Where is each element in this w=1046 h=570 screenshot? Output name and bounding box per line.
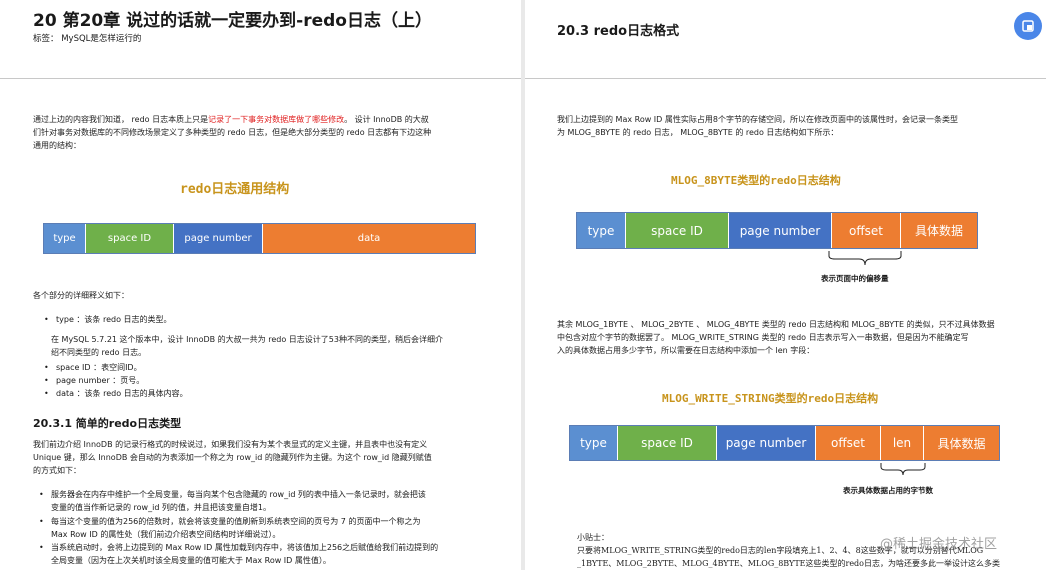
row-id-line-2: Unique 键，那么 InnoDB 会自动的为表添加一个称之为 row_id … bbox=[33, 453, 432, 462]
intro-line-2: 们针对事务对数据库的不同修改场景定义了多种类型的 redo 日志，但是绝大部分类… bbox=[33, 128, 432, 137]
tip-label: 小贴士： bbox=[577, 533, 609, 542]
mlog8-paragraph: 我们上边提到的 Max Row ID 属性实际占用8个字节的存储空间，所以在修改… bbox=[557, 113, 958, 139]
tip-line-2: _1BYTE、MLOG_2BYTE、MLOG_4BYTE、MLOG_8BYTE这… bbox=[577, 559, 1000, 568]
bullet-flush: 每当这个变量的值为256的倍数时，就会将该变量的值刷新到系统表空间的页号为 7 … bbox=[39, 515, 421, 541]
right-page[interactable]: 20.3 redo日志格式 我们上边提到的 Max Row ID 属性实际占用8… bbox=[525, 0, 1046, 570]
mlog8-field-data: 具体数据 bbox=[901, 213, 977, 248]
document-icon bbox=[1022, 20, 1034, 32]
intro-paragraph: 通过上边的内容我们知道， redo 日志本质上只是记录了一下事务对数据库做了哪些… bbox=[33, 113, 431, 152]
intro-highlight: 记录了一下事务对数据库做了哪些修改 bbox=[208, 115, 345, 124]
mlog8-diagram-title: MLOG_8BYTE类型的redo日志结构 bbox=[671, 174, 841, 187]
mlog8-field-offset: offset bbox=[832, 213, 901, 248]
left-page[interactable]: 20 第20章 说过的话就一定要办到-redo日志（上） 标签： MySQL是怎… bbox=[0, 0, 521, 570]
mlog8-diagram: type space ID page number offset 具体数据 bbox=[576, 212, 978, 249]
ws-field-type: type bbox=[570, 426, 618, 460]
field-data: data bbox=[263, 224, 475, 253]
section-20-3-1-title: 20.3.1 简单的redo日志类型 bbox=[33, 417, 182, 430]
mlog-other-line-3: 入的具体数据占用多少字节，所以需要在日志结构中添加一个 len 字段： bbox=[557, 346, 815, 355]
general-structure-diagram: type space ID page number data bbox=[43, 223, 476, 254]
ws-field-page-number: page number bbox=[717, 426, 816, 460]
mlog-other-line-1: 其余 MLOG_1BYTE 、 MLOG_2BYTE 、 MLOG_4BYTE … bbox=[557, 320, 995, 329]
floating-action-button[interactable] bbox=[1014, 12, 1042, 40]
row-id-line-1: 我们前边介绍 InnoDB 的记录行格式的时候说过，如果我们没有为某个表显式的定… bbox=[33, 440, 428, 449]
bullet-startup-line-2: 全局变量（因为在上次关机时该全局变量的值可能大于 Max Row ID 属性值）… bbox=[51, 556, 331, 565]
ws-field-space-id: space ID bbox=[618, 426, 717, 460]
type-note-line-2: 绍不同类型的 redo 日志。 bbox=[51, 348, 147, 357]
bullet-flush-line-2: Max Row ID 的属性处（我们前边介绍表空间结构时详细说过）。 bbox=[51, 530, 281, 539]
write-string-diagram: type space ID page number offset len 具体数… bbox=[569, 425, 1000, 461]
bullet-global-var: 服务器会在内存中维护一个全局变量，每当向某个包含隐藏的 row_id 列的表中插… bbox=[39, 488, 426, 514]
len-brace bbox=[880, 463, 926, 476]
chapter-header: 20 第20章 说过的话就一定要办到-redo日志（上） 标签： MySQL是怎… bbox=[0, 0, 521, 79]
mlog8-field-space-id: space ID bbox=[626, 213, 729, 248]
field-type: type bbox=[44, 224, 86, 253]
bullet-space-id: space ID ：表空间ID。 bbox=[44, 361, 142, 374]
mlog8-line-1: 我们上边提到的 Max Row ID 属性实际占用8个字节的存储空间，所以在修改… bbox=[557, 115, 958, 124]
bullet-flush-line-1: 每当这个变量的值为256的倍数时，就会将该变量的值刷新到系统表空间的页号为 7 … bbox=[51, 517, 421, 526]
bullet-global-var-line-1: 服务器会在内存中维护一个全局变量，每当向某个包含隐藏的 row_id 列的表中插… bbox=[51, 490, 426, 499]
mlog8-field-type: type bbox=[577, 213, 626, 248]
ws-field-len: len bbox=[881, 426, 924, 460]
row-id-paragraph: 我们前边介绍 InnoDB 的记录行格式的时候说过，如果我们没有为某个表显式的定… bbox=[33, 438, 432, 477]
bullet-type: type ：该条 redo 日志的类型。 bbox=[44, 313, 171, 326]
right-header: 20.3 redo日志格式 bbox=[525, 0, 1046, 79]
tags-line: 标签： MySQL是怎样运行的 bbox=[33, 34, 142, 44]
field-space-id: space ID bbox=[86, 224, 174, 253]
mlog8-line-2: 为 MLOG_8BYTE 的 redo 日志， MLOG_8BYTE 的 red… bbox=[557, 128, 839, 137]
section-20-3-title: 20.3 redo日志格式 bbox=[557, 24, 680, 39]
intro-text-a: 通过上边的内容我们知道， redo 日志本质上只是 bbox=[33, 115, 209, 124]
write-string-diagram-title: MLOG_WRITE_STRING类型的redo日志结构 bbox=[662, 392, 879, 405]
ws-field-offset: offset bbox=[816, 426, 881, 460]
bullet-page-number: page number ：页号。 bbox=[44, 374, 144, 387]
field-page-number: page number bbox=[174, 224, 263, 253]
type-note: 在 MySQL 5.7.21 这个版本中，设计 InnoDB 的大叔一共为 re… bbox=[51, 333, 443, 359]
mlog-other-line-2: 中包含对应个字节的数据罢了。 MLOG_WRITE_STRING 类型的 red… bbox=[557, 333, 969, 342]
mlog-other-paragraph: 其余 MLOG_1BYTE 、 MLOG_2BYTE 、 MLOG_4BYTE … bbox=[557, 318, 995, 357]
bullet-startup: 当系统启动时，会将上边提到的 Max Row ID 属性加载到内存中，将该值加上… bbox=[39, 541, 439, 567]
watermark: @稀土掘金技术社区 bbox=[880, 537, 998, 552]
general-structure-title: redo日志通用结构 bbox=[180, 182, 290, 197]
intro-text-b: 。 设计 InnoDB 的大叔 bbox=[344, 115, 429, 124]
detail-intro: 各个部分的详细释义如下： bbox=[33, 291, 129, 300]
ws-field-data: 具体数据 bbox=[924, 426, 999, 460]
type-note-line-1: 在 MySQL 5.7.21 这个版本中，设计 InnoDB 的大叔一共为 re… bbox=[51, 335, 443, 344]
mlog8-field-page-number: page number bbox=[729, 213, 832, 248]
intro-line-3: 通用的结构： bbox=[33, 141, 81, 150]
len-note: 表示具体数据占用的字节数 bbox=[843, 486, 933, 495]
bullet-global-var-line-2: 变量的值当作新记录的 row_id 列的值，并且把该变量自增1。 bbox=[51, 503, 272, 512]
offset-note: 表示页面中的偏移量 bbox=[821, 274, 889, 283]
row-id-line-3: 的方式如下： bbox=[33, 466, 81, 475]
bullet-startup-line-1: 当系统启动时，会将上边提到的 Max Row ID 属性加载到内存中，将该值加上… bbox=[51, 543, 439, 552]
bullet-data: data ：该条 redo 日志的具体内容。 bbox=[44, 387, 188, 400]
chapter-title: 20 第20章 说过的话就一定要办到-redo日志（上） bbox=[33, 11, 432, 31]
offset-brace bbox=[828, 251, 902, 266]
